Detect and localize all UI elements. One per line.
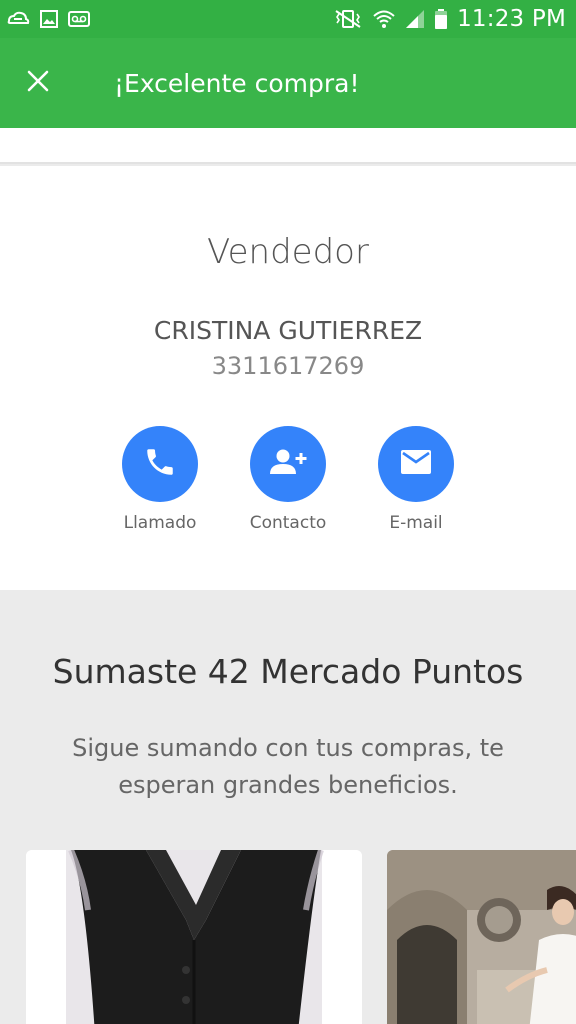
seller-name: CRISTINA GUTIERREZ: [153, 316, 423, 345]
app-bar: ¡Excelente compra!: [0, 38, 576, 128]
add-contact-button[interactable]: Contacto: [228, 426, 348, 533]
email-label: E-mail: [389, 513, 443, 533]
product-card-vest[interactable]: [26, 850, 362, 1024]
bridal-dress-photo: [387, 850, 576, 1024]
call-circle[interactable]: [122, 426, 198, 502]
wifi-icon: [373, 9, 395, 29]
battery-icon: [435, 9, 448, 29]
page-title: ¡Excelente compra!: [114, 68, 360, 98]
mail-icon: [400, 449, 432, 480]
add-contact-label: Contacto: [249, 513, 327, 533]
status-bar: 11:23 PM: [0, 0, 576, 38]
status-time: 11:23 PM: [457, 6, 566, 32]
vibrate-mute-icon: [333, 9, 363, 29]
phone-icon: [143, 445, 177, 484]
add-contact-icon: [268, 447, 308, 482]
signal-icon: [405, 9, 425, 29]
black-vest-photo: [26, 850, 362, 1024]
email-circle[interactable]: [378, 426, 454, 502]
points-title: Sumaste 42 Mercado Puntos: [52, 652, 524, 691]
seller-heading: Vendedor: [207, 232, 369, 272]
seller-phone: 3311617269: [211, 352, 365, 380]
call-label: Llamado: [123, 513, 197, 533]
close-button[interactable]: [0, 38, 76, 128]
points-section: Sumaste 42 Mercado Puntos Sigue sumando …: [0, 590, 576, 1024]
close-icon: [27, 70, 49, 97]
status-right-icons: 11:23 PM: [333, 6, 566, 32]
product-card-dress[interactable]: [387, 850, 576, 1024]
email-button[interactable]: E-mail: [356, 426, 476, 533]
call-button[interactable]: Llamado: [100, 426, 220, 533]
top-strip: [0, 128, 576, 164]
cloud-sync-icon: [6, 10, 30, 28]
status-left-icons: [6, 10, 90, 28]
voicemail-icon: [68, 11, 90, 27]
points-subtitle: Sigue sumando con tus compras, te espera…: [72, 734, 504, 799]
seller-card: Vendedor CRISTINA GUTIERREZ 3311617269 L…: [0, 166, 576, 590]
add-contact-circle[interactable]: [250, 426, 326, 502]
image-icon: [40, 10, 58, 28]
seller-actions: Llamado Contacto E-mail: [0, 426, 576, 536]
